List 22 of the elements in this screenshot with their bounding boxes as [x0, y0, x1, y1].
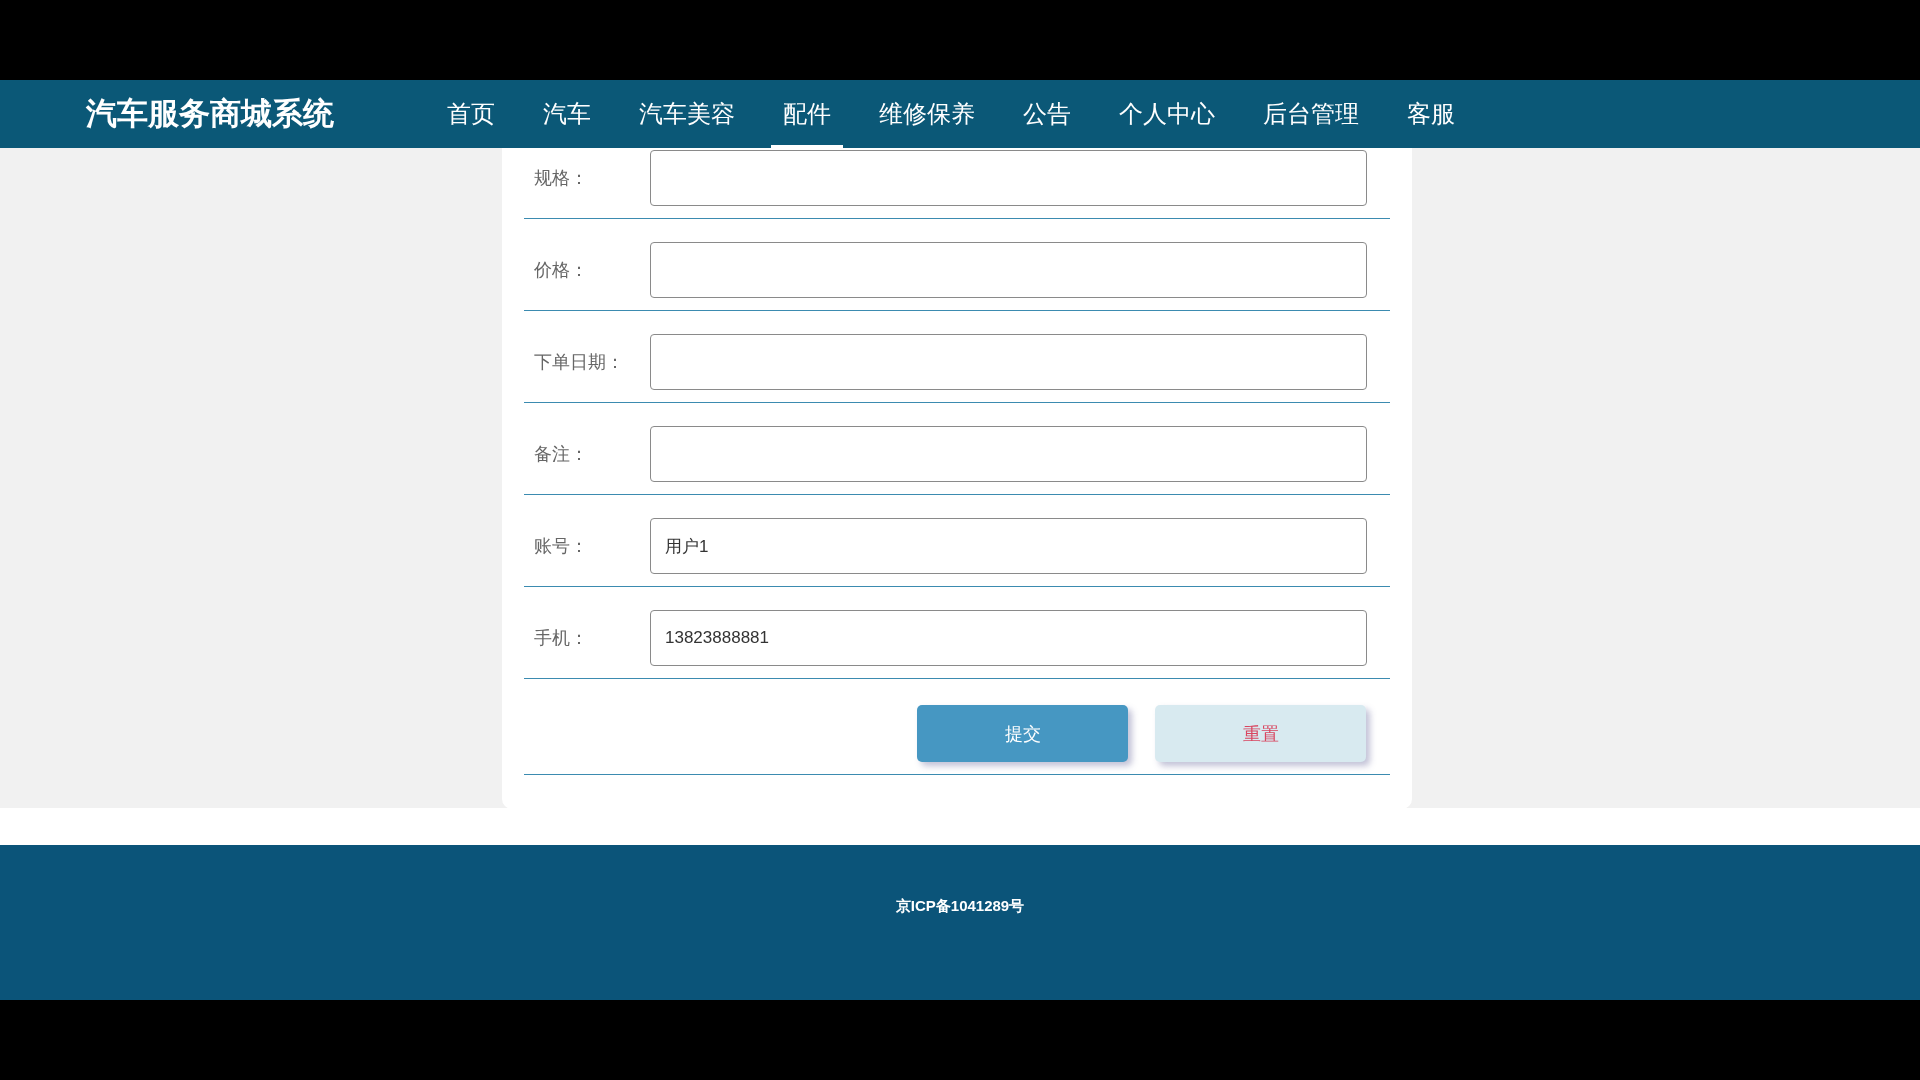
nav-tab[interactable]: 客服: [1395, 80, 1467, 148]
field-label: 账号：: [533, 535, 589, 558]
footer-text: 京ICP备1041289号: [895, 897, 1025, 916]
input-field[interactable]: [650, 334, 1367, 390]
site-title: 汽车服务商城系统: [86, 95, 334, 133]
input-field[interactable]: [650, 426, 1367, 482]
nav-tab[interactable]: 公告: [1011, 80, 1083, 148]
nav-tab[interactable]: 个人中心: [1107, 80, 1227, 148]
field-label: 价格：: [533, 259, 589, 282]
nav-tab[interactable]: 首页: [435, 80, 507, 148]
input-field[interactable]: 用户1: [650, 518, 1367, 574]
nav-tab[interactable]: 汽车美容: [627, 80, 747, 148]
nav-tab[interactable]: 后台管理: [1251, 80, 1371, 148]
input-field[interactable]: [650, 242, 1367, 298]
field-label: 下单日期：: [533, 351, 625, 374]
field-label: 规格：: [533, 167, 589, 190]
field-label: 手机：: [533, 627, 589, 650]
nav-tab[interactable]: 汽车: [531, 80, 603, 148]
input-field[interactable]: [650, 150, 1367, 206]
input-field[interactable]: 13823888881: [650, 610, 1367, 666]
field-label: 备注：: [533, 443, 589, 466]
nav-tab[interactable]: 维修保养: [867, 80, 987, 148]
